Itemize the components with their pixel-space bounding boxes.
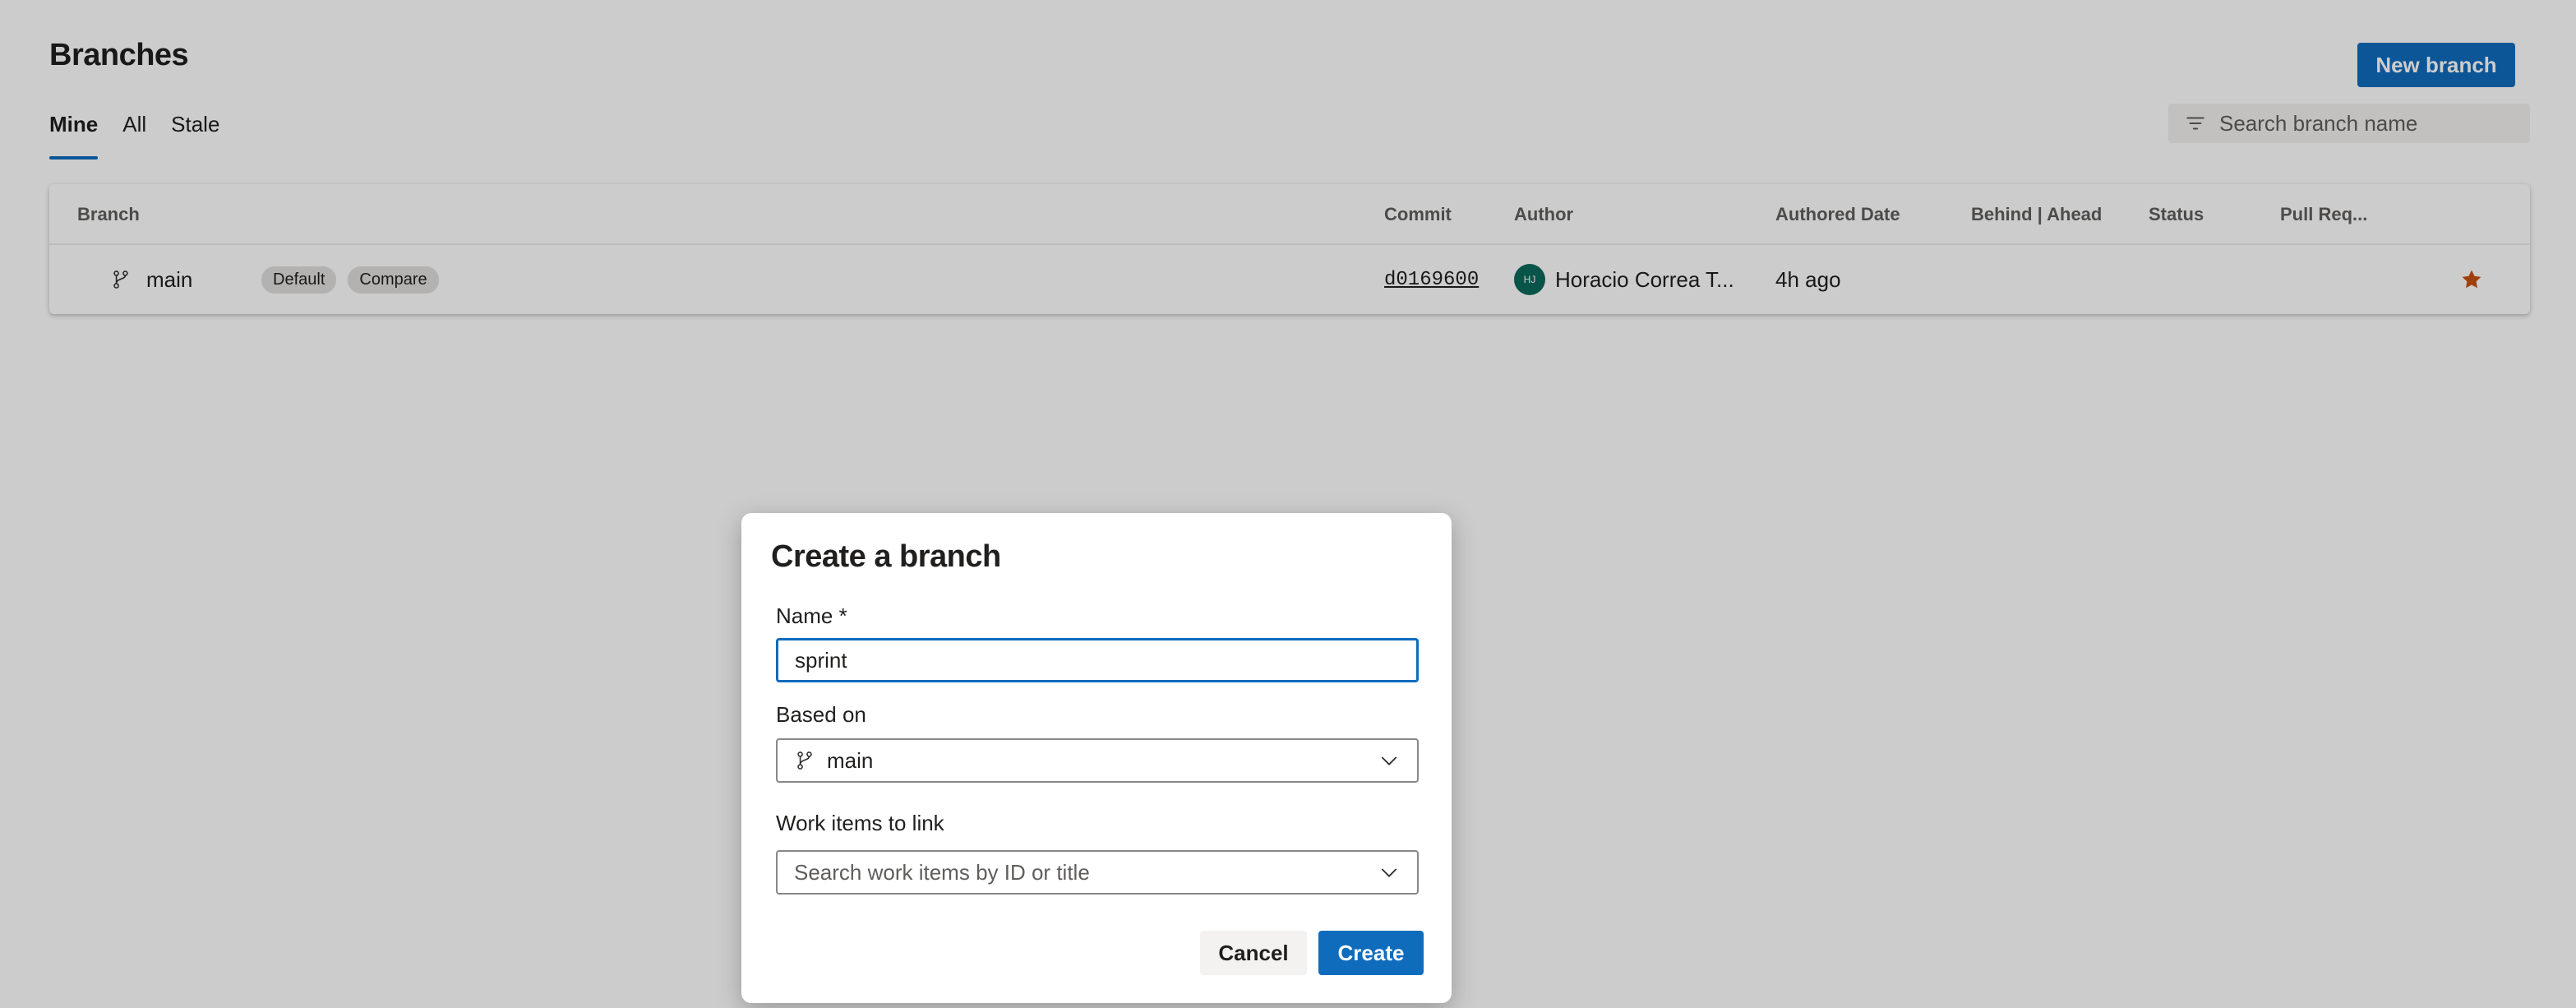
chevron-down-icon <box>1381 868 1397 877</box>
create-button[interactable]: Create <box>1318 931 1424 975</box>
name-label: Name * <box>776 603 847 628</box>
work-items-label: Work items to link <box>776 811 944 835</box>
work-items-search[interactable]: Search work items by ID or title <box>776 850 1419 895</box>
create-branch-dialog: Create a branch Name * Based on main Wor… <box>741 513 1452 1003</box>
branch-icon <box>797 751 812 770</box>
based-on-dropdown[interactable]: main <box>776 738 1419 783</box>
cancel-button[interactable]: Cancel <box>1200 931 1307 975</box>
based-on-value: main <box>827 747 874 773</box>
dialog-title: Create a branch <box>771 539 1001 574</box>
based-on-label: Based on <box>776 702 866 727</box>
chevron-down-icon <box>1381 756 1397 765</box>
branch-name-input[interactable] <box>776 638 1419 682</box>
work-items-placeholder: Search work items by ID or title <box>794 859 1090 885</box>
